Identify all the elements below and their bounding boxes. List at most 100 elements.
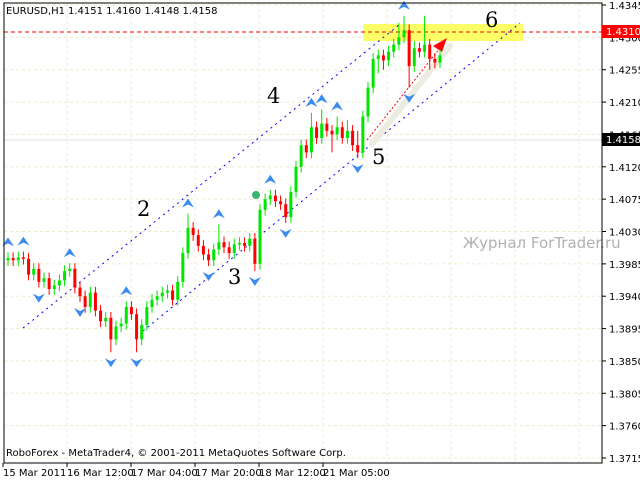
- candle[interactable]: [243, 237, 247, 252]
- candle[interactable]: [99, 304, 103, 328]
- candle[interactable]: [57, 274, 61, 292]
- fractal-down-arrow-icon: [32, 293, 45, 303]
- candle[interactable]: [212, 243, 216, 267]
- fractal-down-arrow-icon: [104, 358, 117, 368]
- candle[interactable]: [68, 263, 72, 277]
- candle[interactable]: [232, 238, 236, 259]
- y-tick-label: 1.4120: [609, 163, 640, 174]
- candle-body: [392, 44, 396, 52]
- candle[interactable]: [320, 109, 324, 144]
- candle-body: [186, 227, 190, 254]
- candle[interactable]: [119, 317, 123, 333]
- candle[interactable]: [366, 81, 370, 123]
- fractal-up-arrow-icon: [305, 97, 318, 107]
- y-tick-label: 1.3760: [609, 422, 640, 433]
- current-price-text: 1.4158: [606, 135, 640, 146]
- candle[interactable]: [176, 276, 180, 306]
- candle[interactable]: [237, 237, 241, 251]
- candle-body: [68, 268, 72, 272]
- candle[interactable]: [181, 247, 185, 288]
- candle-body: [253, 238, 257, 264]
- candle[interactable]: [356, 130, 360, 159]
- candle-body: [140, 324, 144, 340]
- candle[interactable]: [32, 263, 36, 281]
- candle[interactable]: [387, 45, 391, 67]
- candle[interactable]: [78, 281, 82, 302]
- candle[interactable]: [47, 272, 51, 295]
- candle-body: [114, 326, 118, 340]
- candle[interactable]: [145, 301, 149, 331]
- candle-body: [258, 209, 262, 264]
- candle[interactable]: [93, 286, 97, 317]
- candle[interactable]: [304, 139, 308, 159]
- candle-body: [160, 292, 164, 297]
- candle[interactable]: [114, 320, 118, 346]
- candle[interactable]: [381, 49, 385, 70]
- candle[interactable]: [88, 286, 92, 313]
- channel-lower-line[interactable]: [142, 22, 521, 332]
- candle[interactable]: [201, 240, 205, 261]
- candle[interactable]: [42, 272, 46, 288]
- candle[interactable]: [140, 319, 144, 346]
- candle[interactable]: [299, 139, 303, 173]
- candle[interactable]: [73, 263, 77, 294]
- candle-body: [351, 130, 355, 146]
- candle-body: [279, 201, 283, 205]
- candle[interactable]: [428, 38, 432, 70]
- candle[interactable]: [37, 263, 41, 288]
- price-chart[interactable]: 2 3 4 5 6 Журнал ForTrader.ru 1.4345 1.43…: [0, 0, 640, 480]
- candle[interactable]: [135, 308, 139, 353]
- candle[interactable]: [129, 301, 133, 320]
- candle[interactable]: [309, 112, 313, 159]
- candle-body: [284, 204, 288, 218]
- plot-border: [3, 2, 603, 464]
- fractal-up-arrow-icon: [212, 209, 225, 219]
- candle[interactable]: [351, 125, 355, 151]
- candle[interactable]: [104, 312, 108, 328]
- candle[interactable]: [392, 38, 396, 58]
- candle-body: [93, 292, 97, 311]
- candle[interactable]: [417, 42, 421, 58]
- fractal-up-arrow-icon: [182, 198, 194, 208]
- candle[interactable]: [248, 232, 252, 252]
- candle[interactable]: [361, 110, 365, 159]
- candle[interactable]: [155, 290, 159, 306]
- candle[interactable]: [21, 251, 25, 265]
- candle[interactable]: [325, 117, 329, 137]
- candle[interactable]: [263, 193, 267, 216]
- candle-body: [176, 281, 180, 300]
- candle[interactable]: [279, 195, 283, 210]
- candle-body: [11, 258, 15, 261]
- candle[interactable]: [150, 294, 154, 313]
- candle[interactable]: [160, 286, 164, 302]
- candle[interactable]: [407, 24, 411, 88]
- candle[interactable]: [186, 213, 190, 259]
- candle[interactable]: [217, 224, 221, 256]
- candle[interactable]: [171, 284, 175, 306]
- candle[interactable]: [258, 204, 262, 270]
- candle[interactable]: [191, 222, 195, 241]
- candle[interactable]: [268, 189, 272, 205]
- candle-body: [145, 307, 149, 325]
- candle[interactable]: [412, 40, 416, 72]
- candle[interactable]: [289, 186, 293, 223]
- candle[interactable]: [371, 53, 375, 94]
- candle[interactable]: [27, 253, 31, 281]
- candle[interactable]: [52, 279, 56, 295]
- wave-label-2: 2: [137, 197, 150, 221]
- candle[interactable]: [63, 265, 67, 287]
- candle[interactable]: [227, 241, 231, 259]
- candle-body: [37, 268, 41, 282]
- candle[interactable]: [196, 229, 200, 252]
- candle[interactable]: [273, 189, 277, 208]
- candle[interactable]: [335, 116, 339, 141]
- candle-body: [32, 268, 36, 275]
- chart-header-ohlc: 1.4151 1.4160 1.4148 1.4158: [68, 6, 218, 17]
- candle[interactable]: [284, 198, 288, 223]
- candle-body: [16, 257, 20, 261]
- candle[interactable]: [109, 312, 113, 353]
- candle[interactable]: [330, 125, 334, 153]
- candle[interactable]: [124, 301, 128, 330]
- candle[interactable]: [222, 236, 226, 254]
- candle[interactable]: [438, 49, 442, 69]
